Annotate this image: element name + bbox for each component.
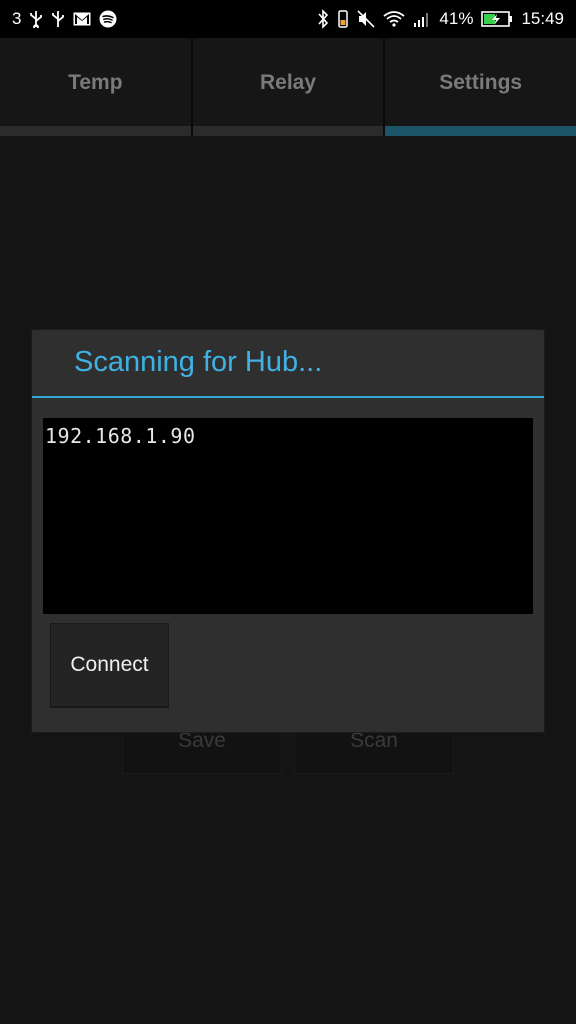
spotify-icon xyxy=(99,0,117,38)
save-button-label: Save xyxy=(178,729,226,752)
usb-icon xyxy=(51,0,65,38)
mute-icon xyxy=(357,0,375,38)
tab-bar: Temp Relay Settings xyxy=(0,38,576,136)
tab-indicator xyxy=(192,126,384,136)
vibrate-icon xyxy=(337,0,349,38)
clock: 15:49 xyxy=(521,9,564,28)
hub-ip-item[interactable]: 192.168.1.90 xyxy=(45,424,196,448)
usb-icon xyxy=(29,0,43,38)
wifi-icon xyxy=(383,0,405,38)
tab-label: Relay xyxy=(259,71,317,94)
tab-temp[interactable]: Temp xyxy=(0,38,193,136)
status-bar-right: 41% 15:49 xyxy=(317,0,564,38)
tab-indicator-active xyxy=(385,126,576,136)
tab-label: Settings xyxy=(439,71,523,94)
scan-button-label: Scan xyxy=(350,729,398,752)
tab-relay[interactable]: Relay xyxy=(192,38,386,136)
status-bar-left: 3 xyxy=(12,0,117,38)
scanning-dialog: Scanning for Hub... 192.168.1.90 Connect xyxy=(32,330,544,732)
tab-settings[interactable]: Settings xyxy=(385,38,576,136)
tab-label: Temp xyxy=(68,71,123,94)
dialog-divider xyxy=(32,396,544,398)
screen: 3 41% 15:49 Temp Relay Settings Save Sca… xyxy=(0,0,576,1024)
connect-button[interactable]: Connect xyxy=(50,623,169,708)
bluetooth-icon xyxy=(317,0,329,38)
connect-button-label: Connect xyxy=(70,653,149,676)
hub-ip-list[interactable]: 192.168.1.90 xyxy=(43,418,533,614)
notification-count: 3 xyxy=(12,9,22,28)
status-bar: 3 41% 15:49 xyxy=(0,0,576,38)
battery-charging-icon xyxy=(481,0,513,38)
gmail-icon xyxy=(73,0,91,38)
dialog-title: Scanning for Hub... xyxy=(74,346,323,378)
tab-indicator xyxy=(0,126,191,136)
battery-percent: 41% xyxy=(439,9,474,28)
signal-icon xyxy=(413,0,431,38)
